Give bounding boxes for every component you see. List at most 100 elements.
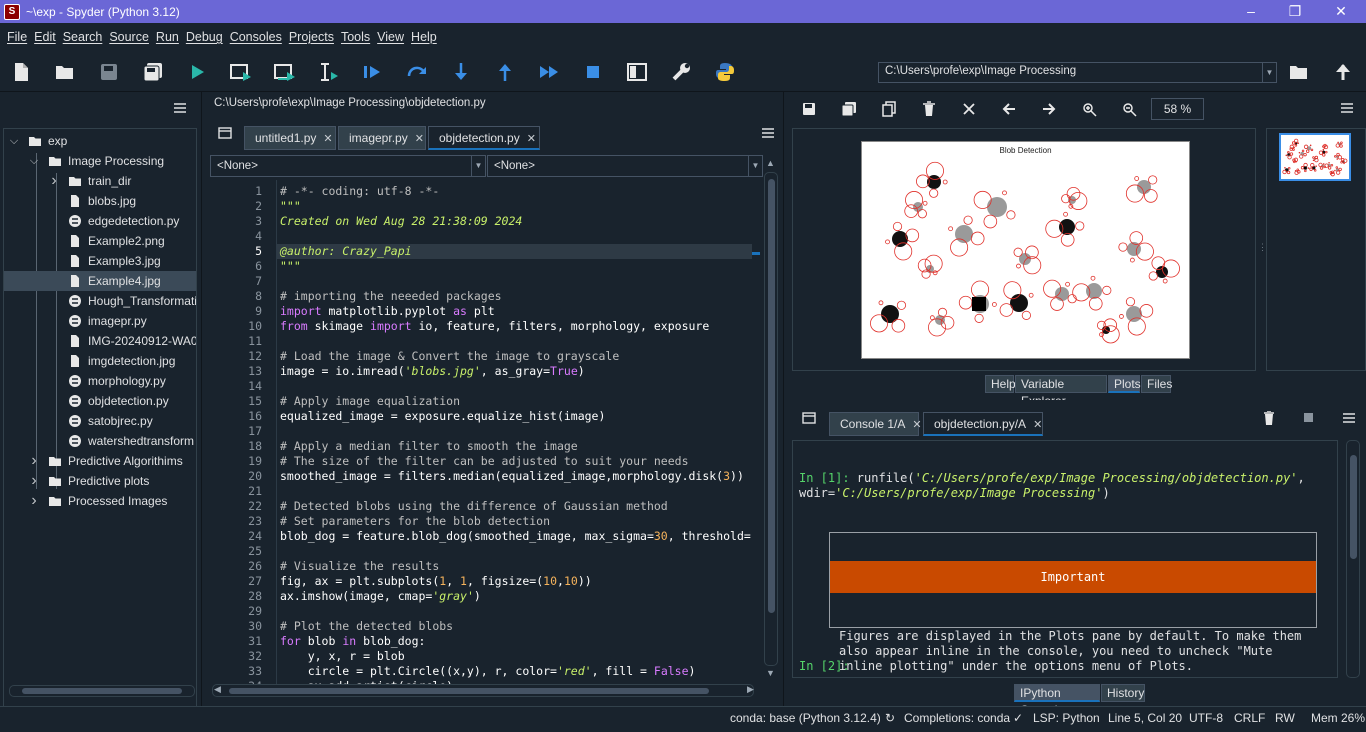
menu-consoles[interactable]: Consoles: [230, 30, 282, 44]
tree-item[interactable]: satobjrec.py: [4, 411, 196, 431]
tree-item[interactable]: ⌵ Image Processing: [4, 151, 196, 171]
save-all-plots-icon[interactable]: [838, 98, 860, 120]
code-editor[interactable]: # -*- coding: utf-8 -*- """ Created on Wed…: [276, 180, 752, 684]
next-plot-icon[interactable]: [1038, 98, 1060, 120]
save-icon[interactable]: [98, 61, 120, 83]
zoom-in-icon[interactable]: [1078, 98, 1100, 120]
tree-item[interactable]: Example3.jpg: [4, 251, 196, 271]
console-vscroll-handle[interactable]: [1350, 455, 1357, 559]
console-tab[interactable]: objdetection.py/A ✕: [923, 412, 1043, 436]
zoom-out-icon[interactable]: [1118, 98, 1140, 120]
working-directory-combo[interactable]: C:\Users\profe\exp\Image Processing ▼: [878, 62, 1277, 83]
pane-options-icon[interactable]: [173, 102, 187, 117]
files-hscroll-handle[interactable]: [22, 688, 182, 694]
editor-vscroll-track[interactable]: [764, 172, 778, 666]
stop-icon[interactable]: [582, 61, 604, 83]
status-completions[interactable]: Completions: conda: [904, 711, 1010, 725]
browse-folder-icon[interactable]: [1288, 61, 1310, 83]
editor-tab[interactable]: untitled1.py ✕: [244, 126, 336, 150]
minimize-icon[interactable]: –: [1228, 0, 1274, 23]
editor-hscroll-track[interactable]: [212, 684, 754, 697]
close-tab-icon[interactable]: ✕: [415, 133, 424, 145]
python-path-icon[interactable]: [714, 61, 736, 83]
tree-item[interactable]: › Predictive Algorithims: [4, 451, 196, 471]
chevron-down-icon[interactable]: ▼: [471, 156, 485, 176]
run-cell-icon[interactable]: [230, 61, 252, 83]
tree-item[interactable]: › Predictive plots: [4, 471, 196, 491]
menu-view[interactable]: View: [377, 30, 404, 44]
tree-item[interactable]: › train_dir: [4, 171, 196, 191]
scroll-right-icon[interactable]: ▶: [747, 684, 754, 695]
file-tree[interactable]: ⌵ exp ⌵ Image Processing › train_dir blobs.jpg…: [3, 128, 197, 722]
preferences-wrench-icon[interactable]: [670, 61, 692, 83]
editor-hscroll-handle[interactable]: [229, 688, 709, 694]
pane-tab-help[interactable]: Help: [985, 375, 1016, 393]
close-icon[interactable]: ✕: [1318, 0, 1364, 23]
previous-plot-icon[interactable]: [998, 98, 1020, 120]
save-all-icon[interactable]: [142, 61, 164, 83]
chevron-right-icon[interactable]: ›: [29, 491, 39, 511]
pane-tab-files[interactable]: Files: [1141, 375, 1172, 393]
pane-tab-variable-explorer[interactable]: Variable Explorer: [1015, 375, 1107, 408]
close-tab-icon[interactable]: ✕: [1033, 419, 1042, 431]
open-file-icon[interactable]: [54, 61, 76, 83]
console-output[interactable]: In [1]: runfile('C:/Users/profe/exp/Imag…: [792, 440, 1338, 678]
remove-all-plots-icon[interactable]: [958, 98, 980, 120]
menu-source[interactable]: Source: [109, 30, 149, 44]
scroll-left-icon[interactable]: ◀: [214, 684, 221, 695]
chevron-down-icon[interactable]: ⌵: [9, 131, 19, 151]
tree-item[interactable]: imagepr.py: [4, 311, 196, 331]
menu-search[interactable]: Search: [63, 30, 103, 44]
step-return-icon[interactable]: [494, 61, 516, 83]
remove-plot-icon[interactable]: [918, 98, 940, 120]
console-vscroll-track[interactable]: [1346, 440, 1360, 678]
tree-item[interactable]: › Processed Images: [4, 491, 196, 511]
chevron-right-icon[interactable]: ›: [29, 471, 39, 491]
console-browse-icon[interactable]: [802, 412, 816, 427]
tree-item[interactable]: Example4.jpg: [4, 271, 196, 291]
zoom-level[interactable]: 58 %: [1151, 98, 1204, 120]
scroll-up-icon[interactable]: ▲: [766, 158, 775, 168]
chevron-right-icon[interactable]: ›: [49, 171, 59, 191]
interrupt-kernel-icon[interactable]: [1304, 413, 1313, 422]
pane-tab-history[interactable]: History: [1101, 684, 1145, 702]
menu-edit[interactable]: Edit: [34, 30, 56, 44]
tree-item[interactable]: IMG-20240912-WA00: [4, 331, 196, 351]
save-plot-icon[interactable]: [798, 98, 820, 120]
close-tab-icon[interactable]: ✕: [323, 133, 332, 145]
plot-thumbnails[interactable]: [1266, 128, 1366, 371]
editor-options-icon[interactable]: [761, 127, 775, 142]
browse-tabs-icon[interactable]: [218, 127, 232, 142]
chevron-right-icon[interactable]: ›: [29, 451, 39, 471]
restore-icon[interactable]: ❐: [1272, 0, 1318, 23]
tree-item[interactable]: blobs.jpg: [4, 191, 196, 211]
files-hscroll-track[interactable]: [9, 685, 195, 697]
new-file-icon[interactable]: [10, 61, 32, 83]
menu-run[interactable]: Run: [156, 30, 179, 44]
tree-item[interactable]: watershedtransform: [4, 431, 196, 451]
tree-item[interactable]: ⌵ exp: [4, 131, 196, 151]
maximize-pane-icon[interactable]: [626, 61, 648, 83]
close-tab-icon[interactable]: ✕: [912, 419, 921, 431]
plots-options-icon[interactable]: [1340, 102, 1354, 117]
plot-thumbnail[interactable]: [1279, 133, 1351, 181]
menu-projects[interactable]: Projects: [289, 30, 334, 44]
pane-tab-ipython-console[interactable]: IPython Console: [1014, 684, 1100, 717]
step-into-icon[interactable]: [450, 61, 472, 83]
run-selection-icon[interactable]: [318, 61, 340, 83]
function-selector-combo[interactable]: <None> ▼: [487, 155, 763, 177]
tree-item[interactable]: Hough_Transformati: [4, 291, 196, 311]
copy-plot-icon[interactable]: [878, 98, 900, 120]
clear-console-icon[interactable]: [1263, 410, 1275, 428]
chevron-down-icon[interactable]: ▼: [1262, 63, 1276, 82]
scroll-down-icon[interactable]: ▼: [766, 668, 775, 678]
status-lsp[interactable]: LSP: Python: [1033, 711, 1100, 725]
menu-debug[interactable]: Debug: [186, 30, 223, 44]
tree-item[interactable]: edgedetection.py: [4, 211, 196, 231]
tree-item[interactable]: imgdetection.jpg: [4, 351, 196, 371]
parent-directory-icon[interactable]: [1332, 61, 1354, 83]
run-cell-advance-icon[interactable]: [274, 61, 296, 83]
pane-tab-plots[interactable]: Plots: [1108, 375, 1141, 393]
editor-tab[interactable]: objdetection.py ✕: [428, 126, 540, 150]
tree-item[interactable]: morphology.py: [4, 371, 196, 391]
